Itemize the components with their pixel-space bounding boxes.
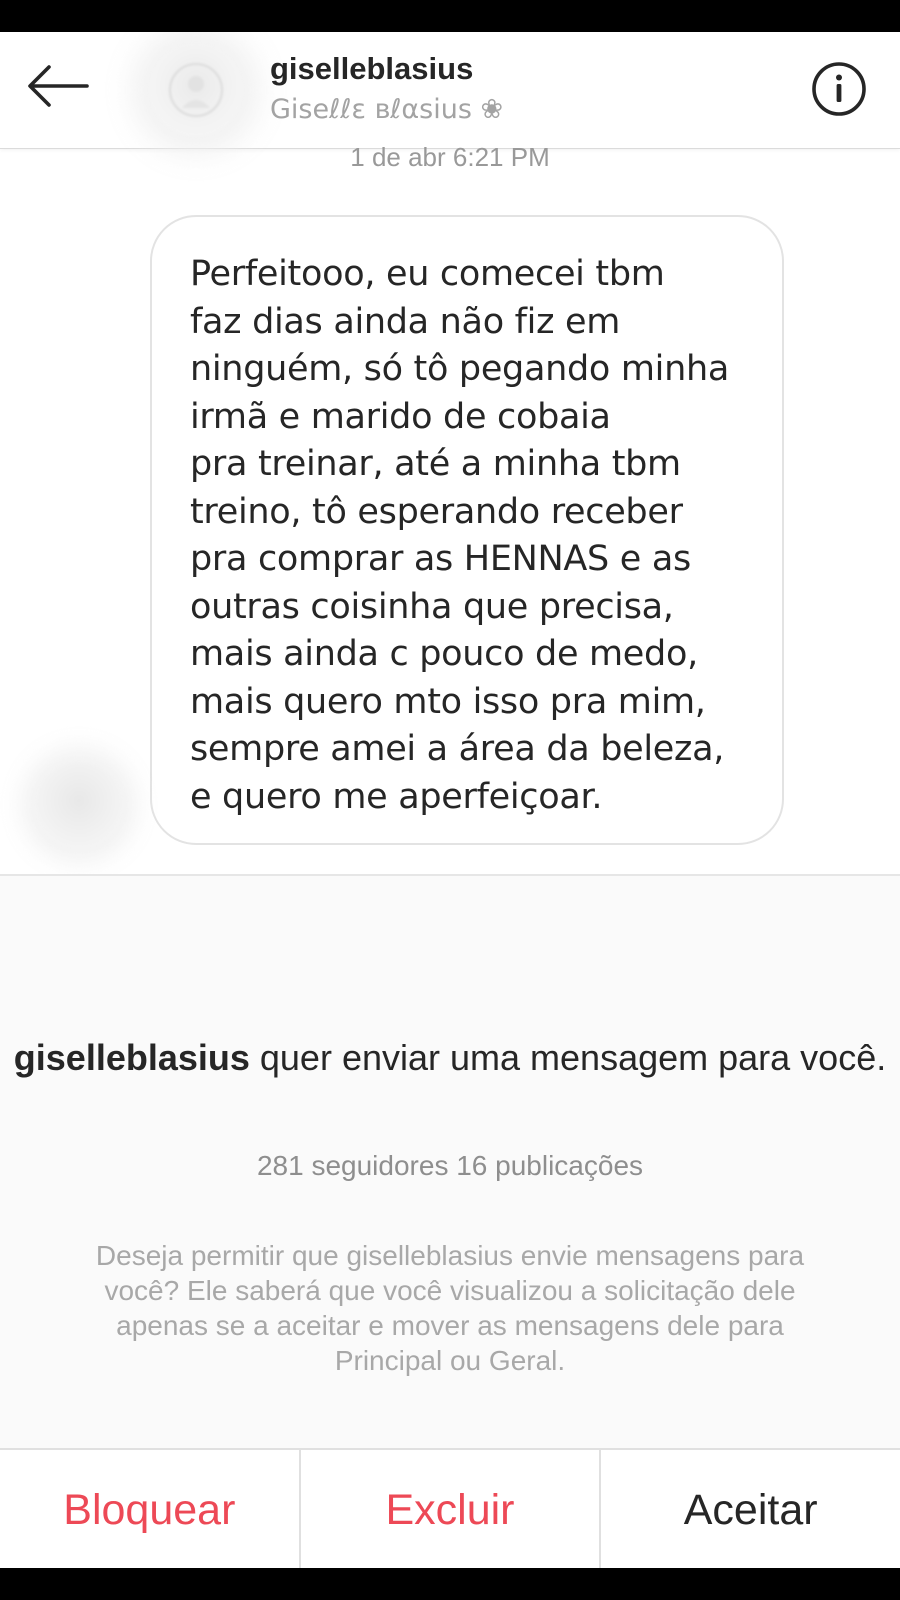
message-text: Perfeitooo, eu comecei tbm faz dias aind… xyxy=(190,254,729,817)
block-button[interactable]: Bloquear xyxy=(0,1450,301,1568)
sender-avatar xyxy=(36,762,122,848)
profile-stats: 281 seguidores 16 publicações xyxy=(256,1150,644,1181)
message-request-panel: giselleblasius quer enviar uma mensagem … xyxy=(0,874,900,1458)
accept-button[interactable]: Aceitar xyxy=(601,1450,900,1568)
header-username: giselleblasius xyxy=(270,51,474,86)
header-title-block[interactable]: giselleblasius Giseℓℓɛ ʙℓαsius ❀ xyxy=(270,50,503,128)
direct-message-request-screen: giselleblasius Giseℓℓɛ ʙℓαsius ❀ 1 de ab… xyxy=(0,32,900,1568)
delete-button[interactable]: Excluir xyxy=(301,1450,602,1568)
arrow-left-icon xyxy=(28,65,89,107)
request-explanation: Deseja permitir que giselleblasius envie… xyxy=(95,1240,805,1376)
info-circle-icon xyxy=(812,62,866,116)
status-bar xyxy=(0,0,900,32)
message-timestamp: 1 de abr 6:21 PM xyxy=(350,142,550,172)
back-button[interactable] xyxy=(22,58,94,114)
header-full-name: Giseℓℓɛ ʙℓαsius ❀ xyxy=(270,94,504,125)
request-actions: Bloquear Excluir Aceitar xyxy=(0,1448,900,1568)
conversation-header: giselleblasius Giseℓℓɛ ʙℓαsius ❀ xyxy=(0,32,900,149)
info-button[interactable] xyxy=(808,58,870,120)
request-title-rest: quer enviar uma mensagem para você. xyxy=(249,1037,887,1078)
avatar-silhouette xyxy=(169,63,223,117)
profile-avatar[interactable] xyxy=(150,44,242,136)
system-navigation-bar xyxy=(0,1568,900,1600)
message-bubble[interactable]: Perfeitooo, eu comecei tbm faz dias aind… xyxy=(150,215,784,845)
request-title: giselleblasius quer enviar uma mensagem … xyxy=(0,1034,900,1082)
request-username: giselleblasius xyxy=(13,1037,250,1078)
